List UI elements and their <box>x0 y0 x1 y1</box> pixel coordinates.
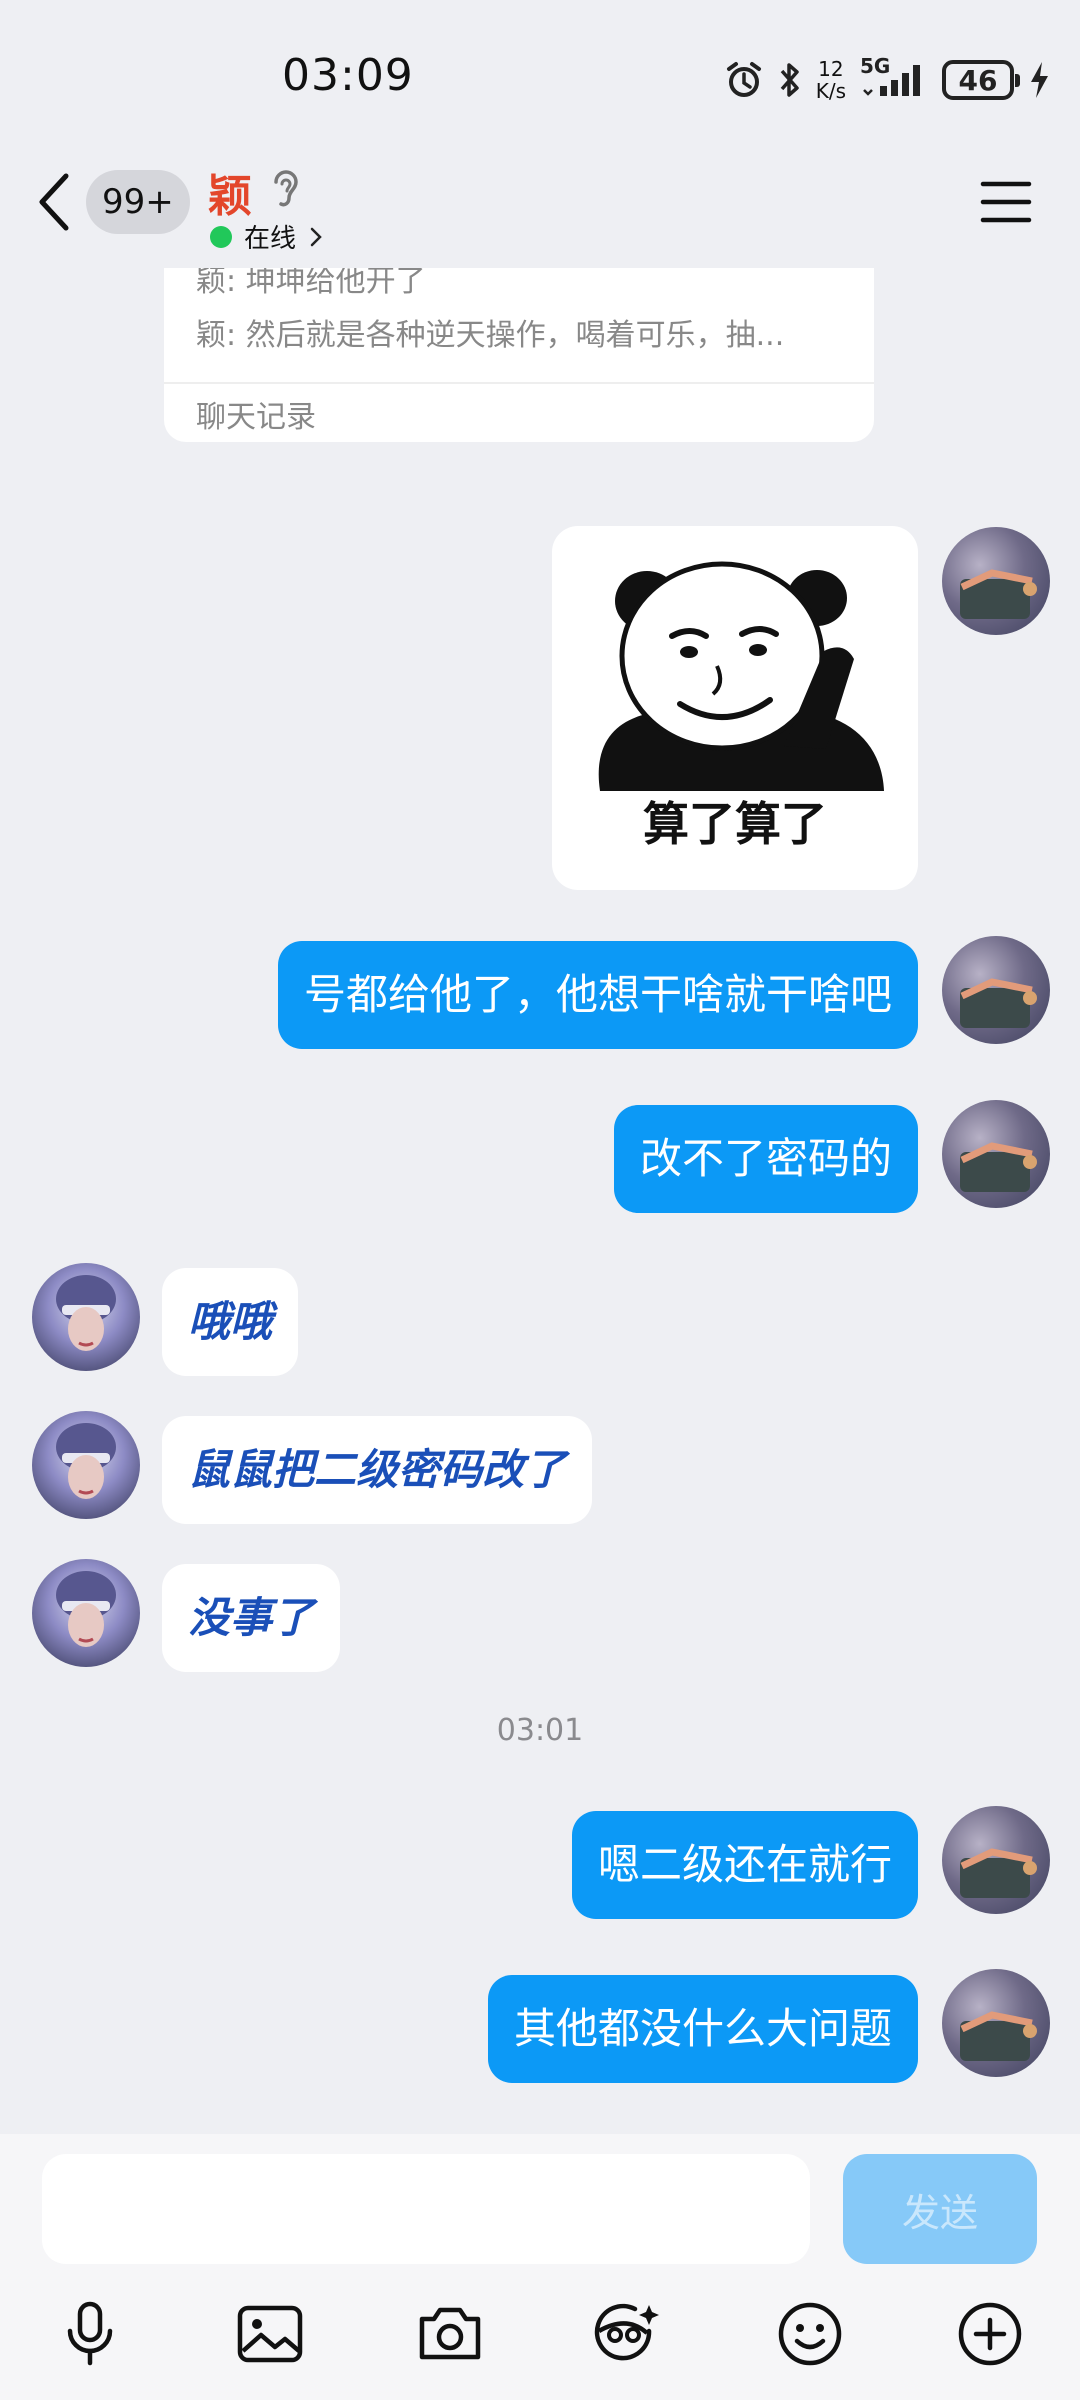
message-bubble-self[interactable]: 嗯二级还在就行 <box>571 1811 918 1919</box>
chat-header: 99+ 颖 在线 <box>0 150 1080 268</box>
online-status[interactable]: 在线 <box>210 218 324 255</box>
message-bubble-self[interactable]: 改不了密码的 <box>613 1105 918 1213</box>
menu-button[interactable] <box>980 180 1032 224</box>
avatar-contact[interactable] <box>32 1263 140 1371</box>
input-area: 发送 <box>0 2134 1080 2400</box>
emoji-icon[interactable] <box>770 2294 850 2374</box>
avatar-contact[interactable] <box>32 1411 140 1519</box>
alarm-icon <box>724 60 764 100</box>
avatar-self[interactable] <box>942 1100 1050 1208</box>
ear-icon[interactable] <box>268 166 304 214</box>
message-bubble-contact[interactable]: 没事了 <box>162 1564 341 1672</box>
forward-line-1: 颖: 坤坤给他开了 <box>196 268 426 299</box>
status-bar: 03:09 12 K/s 5G 46 <box>0 0 1080 150</box>
avatar-contact[interactable] <box>32 1559 140 1667</box>
forward-footer: 聊天记录 <box>196 400 316 435</box>
avatar-self[interactable] <box>942 1969 1050 2077</box>
menu-icon <box>980 181 1032 223</box>
input-toolbar <box>0 2294 1080 2384</box>
microphone-icon[interactable] <box>50 2294 130 2374</box>
online-dot-icon <box>210 225 232 248</box>
image-icon[interactable] <box>230 2294 310 2374</box>
avatar-self[interactable] <box>942 936 1050 1044</box>
unread-badge[interactable]: 99+ <box>86 170 190 234</box>
avatar-self[interactable] <box>942 527 1050 635</box>
signal-icon: 5G <box>860 54 928 100</box>
message-bubble-self[interactable]: 号都给他了，他想干啥就干啥吧 <box>277 941 918 1049</box>
forward-line-2: 颖: 然后就是各种逆天操作，喝着可乐，抽... <box>196 318 785 353</box>
battery-indicator: 46 <box>942 60 1020 100</box>
message-bubble-self[interactable]: 其他都没什么大问题 <box>487 1975 918 2083</box>
send-button[interactable]: 发送 <box>843 2154 1037 2264</box>
magic-face-icon[interactable] <box>587 2294 667 2374</box>
charging-icon <box>1028 60 1050 100</box>
avatar-self[interactable] <box>942 1806 1050 1914</box>
plus-icon[interactable] <box>950 2294 1030 2374</box>
message-bubble-contact[interactable]: 哦哦 <box>162 1268 299 1376</box>
chevron-left-icon <box>39 173 69 231</box>
message-input[interactable] <box>42 2154 810 2264</box>
panda-sticker-icon <box>598 561 884 791</box>
bluetooth-icon <box>778 60 802 100</box>
camera-icon[interactable] <box>410 2294 490 2374</box>
contact-name[interactable]: 颖 <box>208 160 252 224</box>
message-bubble-contact[interactable]: 鼠鼠把二级密码改了 <box>162 1416 593 1524</box>
chevron-right-icon <box>310 227 322 246</box>
sticker-caption: 算了算了 <box>643 797 827 851</box>
online-status-label: 在线 <box>244 224 297 254</box>
message-timestamp: 03:01 <box>496 1713 584 1748</box>
status-time: 03:09 <box>282 50 414 101</box>
forwarded-chat-card[interactable]: 颖: 坤坤给他开了 颖: 然后就是各种逆天操作，喝着可乐，抽... 聊天记录 <box>164 268 874 442</box>
sticker-message[interactable]: 算了算了 <box>552 526 918 890</box>
back-button[interactable] <box>36 172 76 232</box>
status-icons: 12 K/s 5G 46 <box>724 52 1050 108</box>
forward-divider <box>164 382 874 384</box>
network-speed: 12 K/s <box>815 57 846 103</box>
